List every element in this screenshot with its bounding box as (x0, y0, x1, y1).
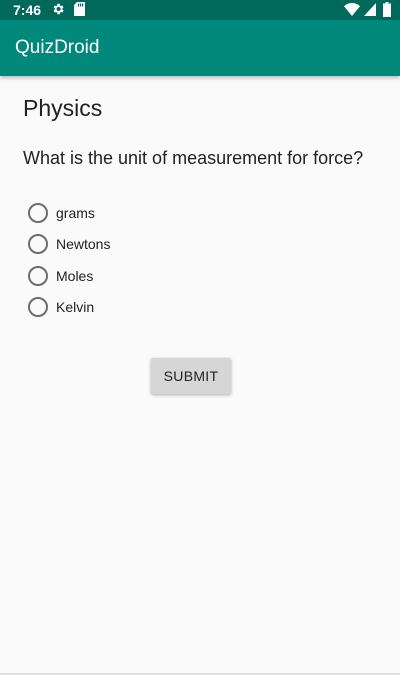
answer-option-grams[interactable]: grams (27, 197, 327, 229)
radio-button[interactable] (28, 297, 48, 318)
answer-option-label: Kelvin (56, 299, 95, 316)
radio-button[interactable] (28, 202, 48, 223)
wifi-icon (344, 3, 360, 16)
answer-option-label: grams (56, 204, 95, 221)
app-title: QuizDroid (15, 37, 100, 58)
answer-option-kelvin[interactable]: Kelvin (27, 292, 327, 324)
status-time: 7:46 (13, 2, 42, 18)
battery-icon (383, 2, 391, 17)
gear-icon (53, 3, 64, 15)
status-bar: 7:46 (0, 0, 400, 20)
app-bar: QuizDroid (0, 20, 400, 76)
answer-option-label: Moles (56, 267, 94, 284)
answer-option-newtons[interactable]: Newtons (27, 229, 327, 261)
radio-button[interactable] (28, 265, 48, 286)
subject-title: Physics (23, 95, 103, 121)
answer-radio-group: grams Newtons Moles Kelvin (27, 197, 327, 323)
question-text: What is the unit of measurement for forc… (23, 148, 364, 168)
sd-card-icon (74, 2, 85, 16)
answer-option-label: Newtons (56, 236, 111, 253)
submit-button[interactable]: SUBMIT (151, 358, 231, 394)
signal-icon (364, 3, 376, 16)
radio-button[interactable] (28, 234, 48, 255)
answer-option-moles[interactable]: Moles (27, 260, 327, 292)
